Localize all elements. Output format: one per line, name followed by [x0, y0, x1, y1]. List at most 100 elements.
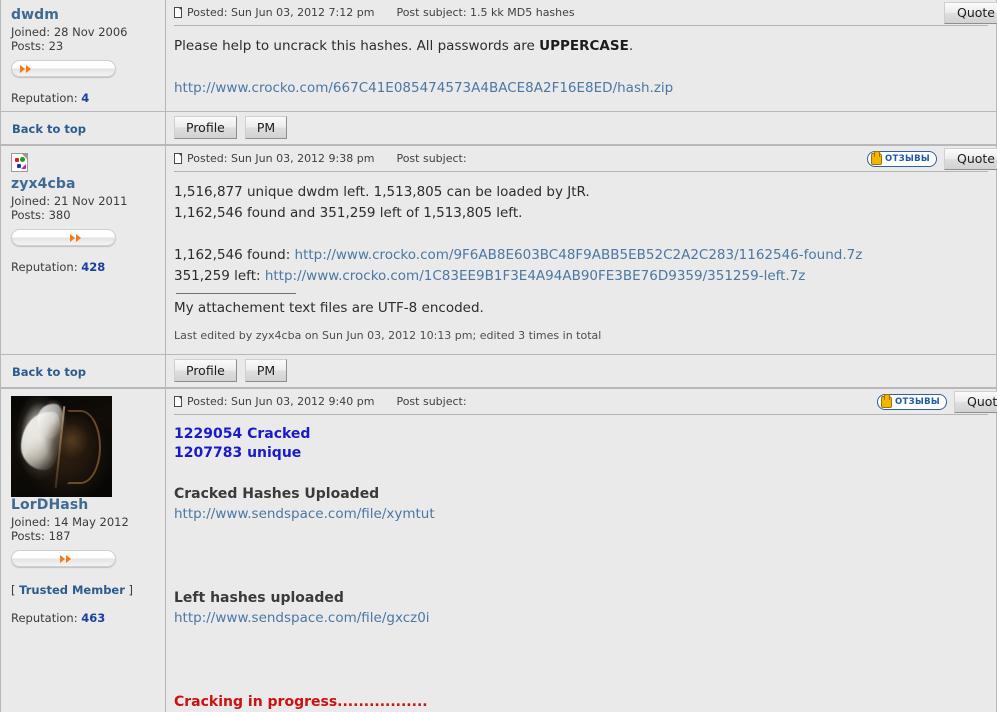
author-name[interactable]: dwdm	[11, 7, 156, 24]
reviews-badge-label: ОТЗЫВЫ	[895, 396, 940, 407]
post-link-line: 351,259 left: http://www.crocko.com/1C83…	[174, 266, 984, 287]
last-edited-note: Last edited by zyx4cba on Sun Jun 03, 20…	[174, 329, 602, 342]
post-subject: Post subject:	[396, 152, 467, 165]
post-link-line: http://www.crocko.com/667C41E085474573A4…	[174, 78, 984, 99]
post-author-column: zyx4cba Joined: 21 Nov 2011 Posts: 380 R…	[0, 146, 166, 354]
post-text-pre: Please help to uncrack this hashes. All …	[174, 38, 540, 54]
rank-progress-bar	[11, 550, 116, 567]
post-footer: Back to top Profile PM	[0, 112, 997, 145]
cracking-progress-status: Cracking in progress.................	[174, 694, 428, 710]
found-download-link[interactable]: http://www.crocko.com/9F6AB8E603BC48F9AB…	[295, 247, 863, 263]
author-name[interactable]: LorDHash	[11, 497, 156, 514]
trusted-close-bracket: ]	[124, 583, 134, 597]
post-paragraph: Please help to uncrack this hashes. All …	[174, 36, 984, 57]
signature-text: My attachement text files are UTF-8 enco…	[174, 300, 484, 316]
author-joined: Joined: 28 Nov 2006	[11, 25, 128, 39]
rank-arrow-icon	[60, 555, 72, 563]
post-footer: Back to top Profile PM	[0, 355, 997, 388]
author-name[interactable]: zyx4cba	[11, 176, 156, 193]
author-reputation: Reputation: 4	[11, 91, 156, 105]
post-body-column: Posted: Sun Jun 03, 2012 7:12 pm Post su…	[166, 0, 997, 111]
rank-arrow-icon	[20, 65, 32, 73]
post-paragraph: 1,516,877 unique dwdm left. 1,513,805 ca…	[174, 184, 590, 200]
post-link-line: http://www.sendspace.com/file/gxcz0i	[174, 608, 984, 629]
post-header-actions: Quote	[943, 1, 997, 24]
trusted-member-badge: [ Trusted Member ]	[11, 583, 156, 597]
reputation-value[interactable]: 4	[81, 91, 89, 105]
post-header-actions: ОТЗЫВЫ Quote	[867, 147, 997, 170]
left-label: 351,259 left:	[174, 268, 265, 284]
post-body-column: Posted: Sun Jun 03, 2012 9:38 pm Post su…	[166, 146, 997, 354]
author-reputation: Reputation: 463	[11, 611, 156, 625]
back-to-top-link[interactable]: Back to top	[12, 122, 86, 136]
author-post-count: Posts: 380	[11, 208, 71, 222]
author-post-count: Posts: 187	[11, 529, 71, 543]
profile-button[interactable]: Profile	[174, 116, 237, 139]
left-uploaded-header: Left hashes uploaded	[174, 590, 344, 606]
author-reputation: Reputation: 428	[11, 260, 156, 274]
reputation-label: Reputation:	[11, 260, 78, 274]
post-author-column: LorDHash Joined: 14 May 2012 Posts: 187 …	[0, 389, 166, 712]
document-icon	[174, 396, 182, 407]
post-footer-left: Back to top	[0, 112, 166, 144]
post-timestamp: Posted: Sun Jun 03, 2012 9:38 pm	[187, 152, 375, 165]
quote-button[interactable]: Quote	[953, 390, 997, 413]
quote-button[interactable]: Quote	[943, 1, 997, 24]
signature-divider	[176, 293, 296, 294]
trusted-label: Trusted Member	[19, 583, 125, 597]
avatar-bow-detail	[67, 410, 101, 484]
found-label: 1,162,546 found:	[174, 247, 295, 263]
profile-button[interactable]: Profile	[174, 359, 237, 382]
author-post-count: Posts: 23	[11, 39, 64, 53]
post-row: dwdm Joined: 28 Nov 2006 Posts: 23 Reput…	[0, 0, 997, 112]
post-text-post: .	[628, 38, 634, 54]
thumbs-up-icon	[871, 150, 883, 165]
reputation-value[interactable]: 463	[81, 611, 105, 625]
pm-button[interactable]: PM	[244, 359, 288, 382]
post-row: zyx4cba Joined: 21 Nov 2011 Posts: 380 R…	[0, 145, 997, 355]
unique-count: 1207783 unique	[174, 445, 302, 461]
quote-button[interactable]: Quote	[943, 147, 997, 170]
post-timestamp: Posted: Sun Jun 03, 2012 9:40 pm	[187, 395, 375, 408]
cracked-uploaded-header: Cracked Hashes Uploaded	[174, 486, 380, 502]
post-content: Please help to uncrack this hashes. All …	[166, 26, 996, 107]
reputation-label: Reputation:	[11, 91, 78, 105]
post-content: 1229054 Cracked 1207783 unique Cracked H…	[166, 415, 996, 712]
trusted-open-bracket: [	[11, 583, 20, 597]
post-row: LorDHash Joined: 14 May 2012 Posts: 187 …	[0, 388, 997, 712]
post-subject: Post subject: 1.5 kk MD5 hashes	[396, 6, 575, 19]
reviews-badge[interactable]: ОТЗЫВЫ	[877, 393, 947, 410]
left-download-link[interactable]: http://www.crocko.com/1C83EE9B1F3E4A94AB…	[265, 268, 806, 284]
post-header-actions: ОТЗЫВЫ Quote	[877, 390, 997, 413]
post-footer-actions: Profile PM	[166, 112, 997, 144]
reputation-label: Reputation:	[11, 611, 78, 625]
broken-image-icon	[11, 153, 28, 172]
download-link[interactable]: http://www.crocko.com/667C41E085474573A4…	[174, 80, 673, 96]
cracked-download-link[interactable]: http://www.sendspace.com/file/xymtut	[174, 506, 435, 522]
reviews-badge-label: ОТЗЫВЫ	[885, 153, 930, 164]
reputation-value[interactable]: 428	[81, 260, 105, 274]
post-header: Posted: Sun Jun 03, 2012 9:40 pm Post su…	[166, 389, 997, 414]
reviews-badge[interactable]: ОТЗЫВЫ	[867, 150, 937, 167]
pm-button[interactable]: PM	[244, 116, 288, 139]
avatar	[11, 396, 112, 497]
rank-arrow-icon	[70, 234, 82, 242]
author-joined: Joined: 21 Nov 2011	[11, 194, 128, 208]
rank-progress-bar	[11, 229, 116, 246]
post-footer-left: Back to top	[0, 355, 166, 387]
post-text-emphasis: UPPERCASE	[539, 38, 629, 54]
left-download-link[interactable]: http://www.sendspace.com/file/gxcz0i	[174, 610, 430, 626]
post-author-column: dwdm Joined: 28 Nov 2006 Posts: 23 Reput…	[0, 0, 166, 111]
document-icon	[174, 7, 182, 18]
back-to-top-link[interactable]: Back to top	[12, 365, 86, 379]
cracked-count: 1229054 Cracked	[174, 426, 311, 442]
